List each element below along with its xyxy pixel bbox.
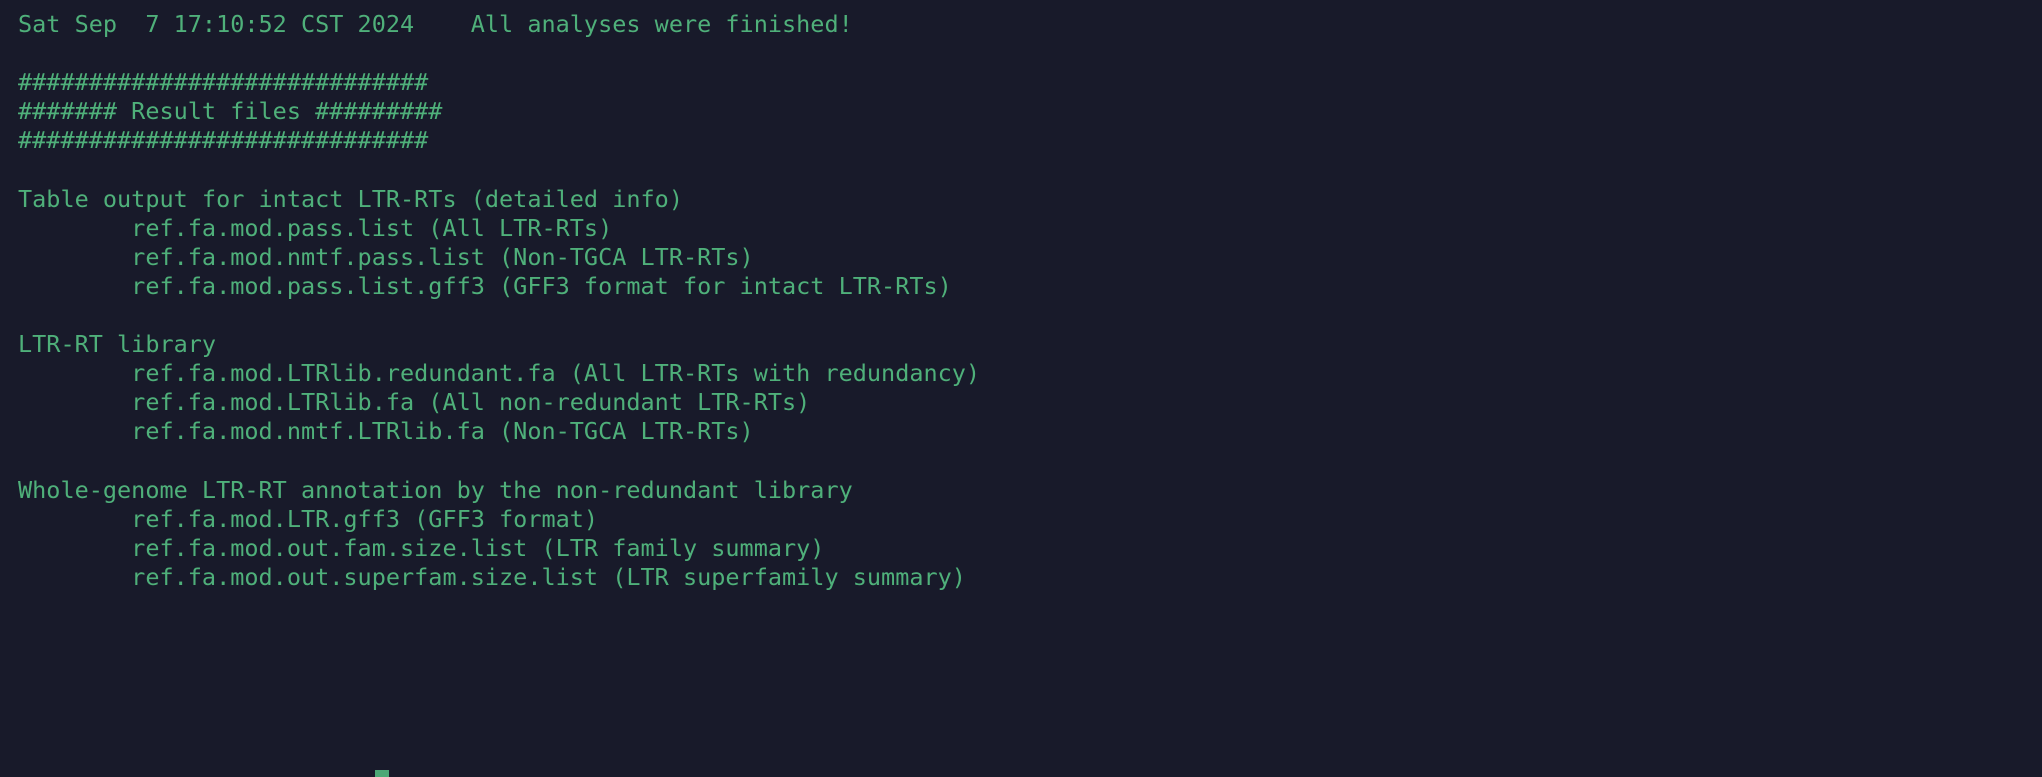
terminal-window[interactable]: Sat Sep 7 17:10:52 CST 2024 All analyses… xyxy=(0,0,2042,777)
banner-title-line: ####### Result files ######### xyxy=(18,97,443,126)
file-line-ltrlib-fa: ref.fa.mod.LTRlib.fa (All non-redundant … xyxy=(18,388,811,417)
section-heading-whole-genome-annotation: Whole-genome LTR-RT annotation by the no… xyxy=(18,475,853,504)
file-line-out-superfam-size-list: ref.fa.mod.out.superfam.size.list (LTR s… xyxy=(18,562,966,591)
banner-top-rule: ############################# xyxy=(18,68,429,97)
terminal-line-timestamp-status: Sat Sep 7 17:10:52 CST 2024 All analyses… xyxy=(18,10,853,38)
file-line-pass-list: ref.fa.mod.pass.list (All LTR-RTs) xyxy=(18,213,613,242)
section-heading-intact-ltr-rts: Table output for intact LTR-RTs (detaile… xyxy=(18,184,683,213)
file-line-ltrlib-redundant-fa: ref.fa.mod.LTRlib.redundant.fa (All LTR-… xyxy=(18,359,981,388)
file-line-nmtf-ltrlib-fa: ref.fa.mod.nmtf.LTRlib.fa (Non-TGCA LTR-… xyxy=(18,417,754,446)
file-line-pass-list-gff3: ref.fa.mod.pass.list.gff3 (GFF3 format f… xyxy=(18,271,952,300)
banner-bottom-rule: ############################# xyxy=(18,126,429,155)
file-line-out-fam-size-list: ref.fa.mod.out.fam.size.list (LTR family… xyxy=(18,533,825,562)
section-heading-ltr-rt-library: LTR-RT library xyxy=(18,330,217,359)
file-line-ltr-gff3: ref.fa.mod.LTR.gff3 (GFF3 format) xyxy=(18,504,599,533)
file-line-nmtf-pass-list: ref.fa.mod.nmtf.pass.list (Non-TGCA LTR-… xyxy=(18,242,754,271)
